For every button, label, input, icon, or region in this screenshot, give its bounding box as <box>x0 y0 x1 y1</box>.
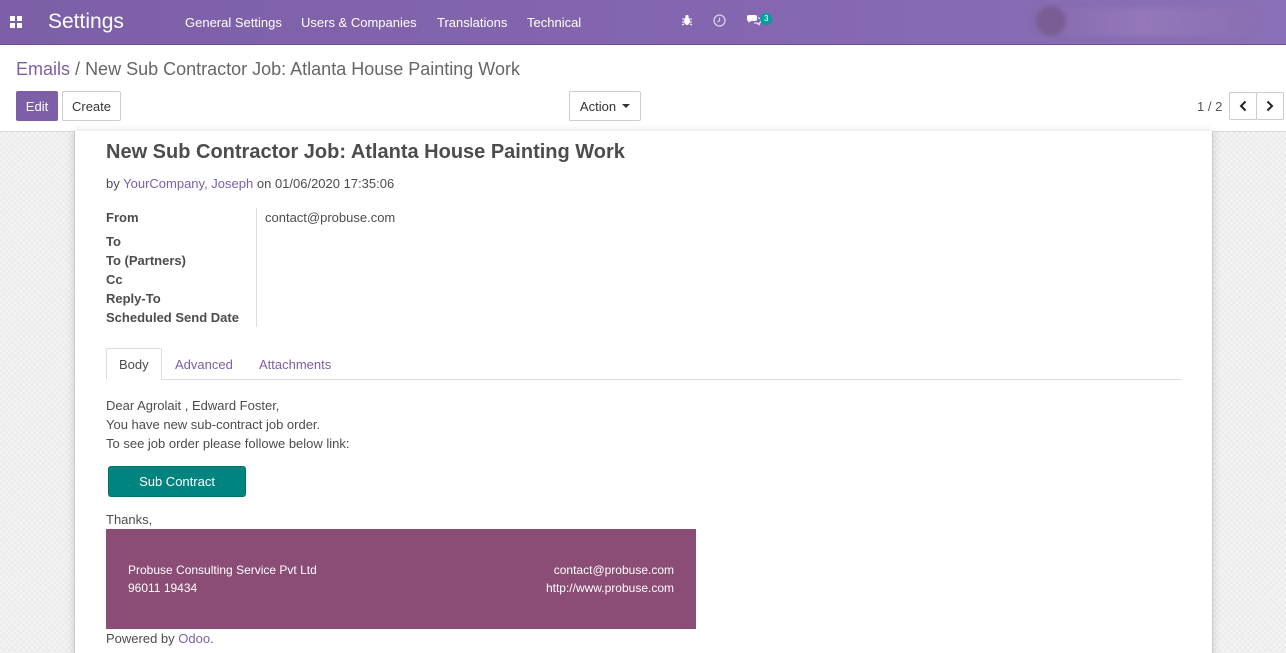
body-thanks: Thanks, <box>106 512 153 527</box>
body-greeting: Dear Agrolait , Edward Foster, <box>106 398 280 413</box>
breadcrumb-separator: / <box>75 59 81 79</box>
menu-translations[interactable]: Translations <box>437 15 507 30</box>
powered-by: Powered by Odoo. <box>106 631 214 646</box>
cc-label: Cc <box>106 272 123 287</box>
mail-subject: New Sub Contractor Job: Atlanta House Pa… <box>106 141 625 163</box>
footer-company: Probuse Consulting Service Pvt Ltd <box>128 563 317 577</box>
tab-advanced[interactable]: Advanced <box>163 348 245 380</box>
breadcrumb-current: New Sub Contractor Job: Atlanta House Pa… <box>85 59 520 79</box>
sub-contract-button[interactable]: Sub Contract <box>108 466 246 497</box>
mail-by-prefix: by <box>106 176 120 191</box>
mail-on-prefix: on <box>256 176 272 191</box>
tab-attachments[interactable]: Attachments <box>247 348 343 380</box>
menu-technical[interactable]: Technical <box>527 15 581 30</box>
app-title: Settings <box>48 10 124 33</box>
footer-website: http://www.probuse.com <box>545 581 674 595</box>
menu-users-companies[interactable]: Users & Companies <box>301 15 417 30</box>
chat-badge: 3 <box>760 13 773 25</box>
footer-phone: 96011 19434 <box>128 581 198 595</box>
mail-date: 01/06/2020 17:35:06 <box>274 176 395 191</box>
edit-button[interactable]: Edit <box>16 91 58 121</box>
debug-bug-icon[interactable] <box>681 14 693 29</box>
action-dropdown[interactable]: Action <box>569 91 641 121</box>
create-button[interactable]: Create <box>62 91 121 121</box>
chevron-right-icon <box>1266 100 1274 112</box>
pager-value[interactable]: 1 / 2 <box>1197 99 1222 114</box>
chevron-down-icon <box>622 104 631 108</box>
scheduled-send-date-label: Scheduled Send Date <box>106 310 239 325</box>
mail-meta: by YourCompany, Joseph on 01/06/2020 17:… <box>106 176 394 191</box>
tab-body[interactable]: Body <box>106 348 162 380</box>
breadcrumb-emails-link[interactable]: Emails <box>16 59 70 79</box>
body-line-2: You have new sub-contract job order. <box>106 417 321 432</box>
pager-previous-button[interactable] <box>1229 92 1257 120</box>
pager-next-button[interactable] <box>1256 92 1284 120</box>
signature-footer: Probuse Consulting Service Pvt Ltd 96011… <box>106 529 696 629</box>
footer-email: contact@probuse.com <box>553 563 674 577</box>
apps-menu-icon[interactable] <box>10 16 22 28</box>
field-divider <box>256 208 257 327</box>
chevron-left-icon <box>1239 100 1247 112</box>
body-line-3: To see job order please followe below li… <box>106 436 350 451</box>
powered-prefix: Powered by <box>106 631 175 646</box>
reply-to-label: Reply-To <box>106 291 161 306</box>
avatar[interactable] <box>1036 6 1066 36</box>
breadcrumb: Emails / New Sub Contractor Job: Atlanta… <box>16 59 520 80</box>
from-label: From <box>106 210 139 225</box>
from-value: contact@probuse.com <box>265 210 396 225</box>
top-navbar: Settings General Settings Users & Compan… <box>0 0 1286 45</box>
to-label: To <box>106 234 121 249</box>
action-dropdown-label: Action <box>579 98 617 114</box>
mail-author-link[interactable]: YourCompany, Joseph <box>123 176 253 191</box>
activity-clock-icon[interactable] <box>713 14 726 30</box>
powered-suffix: . <box>210 631 214 646</box>
to-partners-label: To (Partners) <box>106 253 186 268</box>
menu-general-settings[interactable]: General Settings <box>185 15 282 30</box>
odoo-link[interactable]: Odoo <box>178 631 210 646</box>
